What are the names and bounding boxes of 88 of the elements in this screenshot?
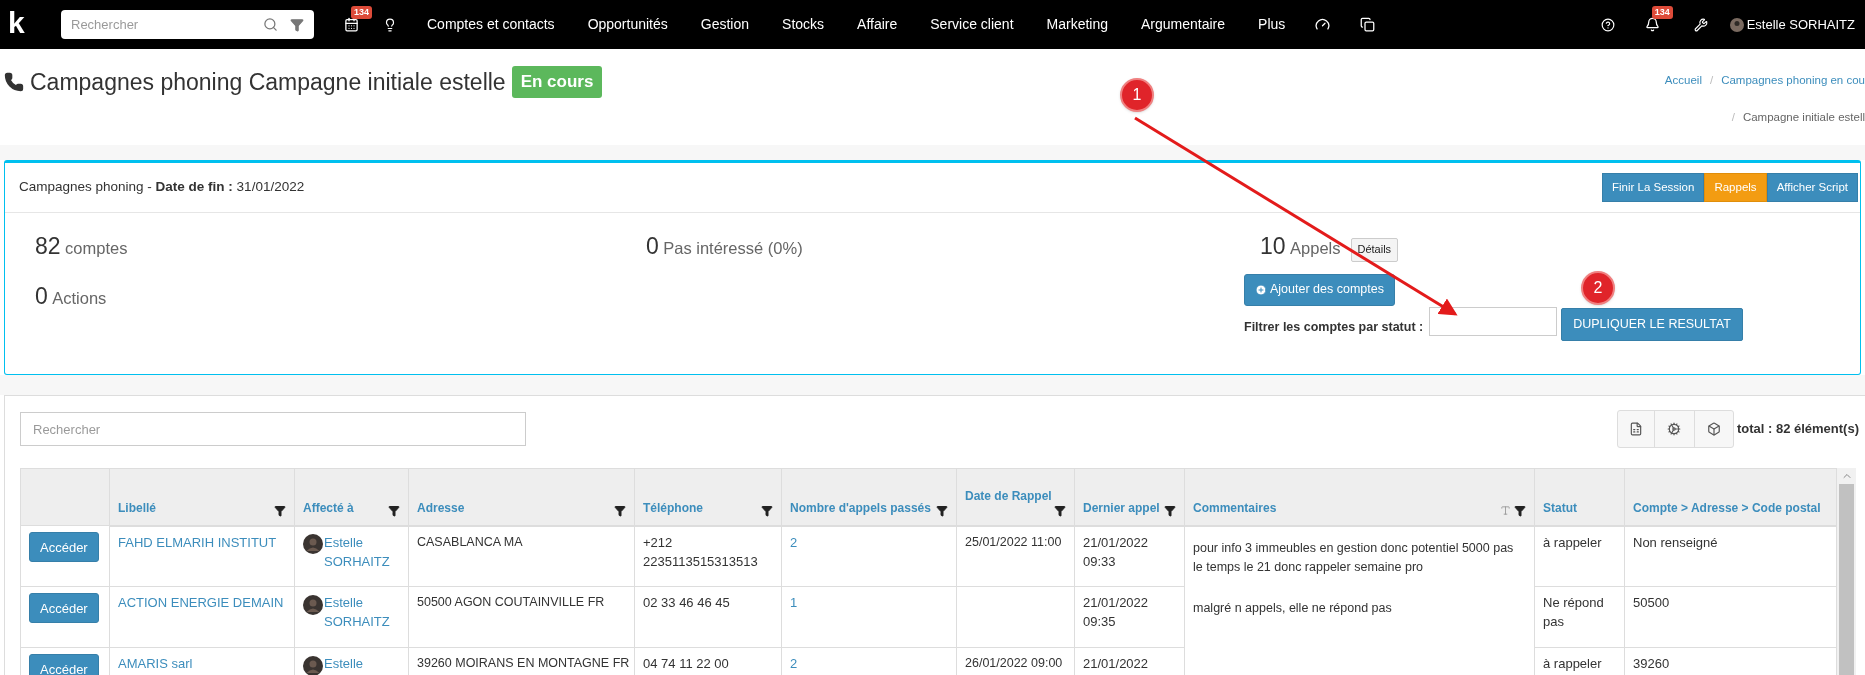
stat-text: 0 Actions (35, 281, 107, 311)
wrench-icon[interactable] (1693, 17, 1708, 32)
search-icon[interactable] (263, 17, 278, 32)
nav-menu-item[interactable]: Gestion (700, 14, 750, 35)
search-input[interactable]: Rechercher (71, 14, 251, 35)
table-cell: Ne répond pas (1534, 586, 1625, 648)
table-cell: 50500 AGON COUTAINVILLE FR (408, 586, 635, 648)
table-cell: 21/01/2022 09:35 (1074, 586, 1185, 648)
filter-icon[interactable] (761, 504, 773, 517)
windows-icon[interactable] (1360, 17, 1376, 32)
nav-menu-item[interactable]: Affaire (857, 14, 898, 35)
table-cell: Non renseigné (1624, 525, 1837, 587)
nav-menu-item[interactable]: Argumentaire (1141, 14, 1226, 35)
table-cell: malgré n appels, elle ne répond pas (1184, 586, 1535, 648)
table-cell: 50500 (1624, 586, 1837, 648)
logo[interactable]: k (8, 7, 53, 38)
calendar-icon[interactable] (344, 17, 359, 32)
filter-icon[interactable] (1164, 504, 1176, 517)
cube-icon[interactable] (1706, 422, 1721, 436)
phone-icon (4, 72, 24, 92)
settings-icon[interactable] (1667, 422, 1682, 436)
table-search-field[interactable]: Rechercher (20, 412, 526, 446)
filter-icon[interactable] (388, 504, 400, 517)
dashboard-icon[interactable] (1315, 17, 1331, 32)
notification-badge: 134 (351, 6, 373, 19)
nav-menu-item[interactable]: Comptes et contacts (427, 14, 555, 35)
lightbulb-icon[interactable] (383, 17, 397, 32)
nav-menu-item[interactable]: Stocks (782, 14, 825, 35)
nav-menu-item[interactable]: Opportunités (587, 14, 668, 35)
call-count-link[interactable]: 2 (790, 534, 798, 550)
breadcrumb-item[interactable]: Campagnes phoning en cou (1721, 72, 1865, 90)
details-button[interactable]: Détails (1350, 237, 1399, 262)
duplicate-button[interactable]: DUPLIQUER LE RESULTAT (1561, 307, 1743, 341)
filter-label: Filtrer les comptes par statut : (1244, 318, 1424, 336)
column-header[interactable]: Statut (1543, 498, 1577, 517)
access-button[interactable]: Accéder (29, 593, 99, 623)
breadcrumb-item: Campagne initiale estell (1742, 110, 1865, 126)
avatar-icon (303, 594, 323, 615)
filter-icon[interactable] (936, 504, 948, 517)
call-count-link[interactable]: 2 (790, 656, 798, 671)
total-count: total : 82 élément(s) (1736, 420, 1859, 439)
help-icon[interactable] (1600, 17, 1615, 32)
table-cell: 21/01/2022 09:33 (1074, 525, 1185, 587)
column-header[interactable]: Téléphone (643, 498, 703, 517)
card-title: Campagnes phoning - Date de fin : 31/01/2022 (19, 178, 305, 197)
add-accounts-button[interactable]: Ajouter des comptes (1244, 273, 1395, 306)
header-button[interactable]: Finir La Session (1601, 173, 1705, 202)
column-header[interactable]: Adresse (417, 498, 465, 517)
access-button[interactable]: Accéder (29, 532, 99, 562)
filter-icon[interactable] (274, 504, 286, 517)
table-cell: 02 33 46 46 45 (634, 586, 782, 648)
access-button[interactable]: Accéder (29, 654, 99, 675)
filter-icon[interactable] (614, 504, 626, 517)
nav-menu-item[interactable]: Marketing (1046, 14, 1108, 35)
breadcrumb-item[interactable]: Accueil (1664, 72, 1702, 90)
column-header[interactable]: Commentaires (1193, 498, 1277, 517)
status-badge: En cours (511, 66, 603, 98)
table-cell: +212 2235113515313513 (634, 525, 782, 587)
avatar-icon (303, 655, 323, 675)
call-count-link[interactable]: 1 (790, 595, 798, 610)
status-filter-field[interactable] (1429, 306, 1558, 336)
nav-menu-item[interactable]: Service client (930, 14, 1014, 35)
stat-text: 0 Pas intéressé (0%) (646, 232, 803, 261)
user-name[interactable]: Estelle SORHAITZ (1746, 14, 1855, 35)
annotation-marker: 1 (1120, 78, 1154, 112)
breadcrumb-separator: / (1708, 73, 1715, 88)
stat-text: 82 comptes (35, 232, 128, 261)
table-cell: à rappeler (1534, 525, 1625, 587)
table-cell: CASABLANCA MA (408, 525, 635, 587)
plus-icon (1255, 283, 1267, 296)
column-header[interactable]: Libellé (118, 498, 156, 517)
table-cell: pour info 3 immeubles en gestion donc potentiel 5000 pas le temps le 21 donc rappeler semaine pro (1184, 525, 1535, 587)
table-cell: 25/01/2022 11:00 (956, 525, 1075, 587)
notification-badge: 134 (1651, 6, 1673, 19)
column-header[interactable]: Affecté à (303, 498, 354, 517)
header-button[interactable]: Afficher Script (1766, 173, 1858, 202)
excel-export-icon[interactable] (1628, 422, 1643, 436)
avatar-icon (303, 534, 323, 555)
filter-icon[interactable] (1054, 504, 1066, 517)
search-field[interactable]: Rechercher (61, 10, 314, 39)
page-title: Campagnes phoning Campagne initiale estelle (30, 67, 506, 97)
filter-icon[interactable] (1514, 504, 1526, 517)
notifications-icon[interactable] (1644, 17, 1660, 32)
header-button[interactable]: Rappels (1704, 173, 1767, 202)
breadcrumb-separator: / (1730, 110, 1736, 126)
stat-text: 10 Appels (1260, 232, 1341, 261)
nav-menu-item[interactable]: Plus (1258, 14, 1286, 35)
avatar-icon (1729, 17, 1744, 32)
